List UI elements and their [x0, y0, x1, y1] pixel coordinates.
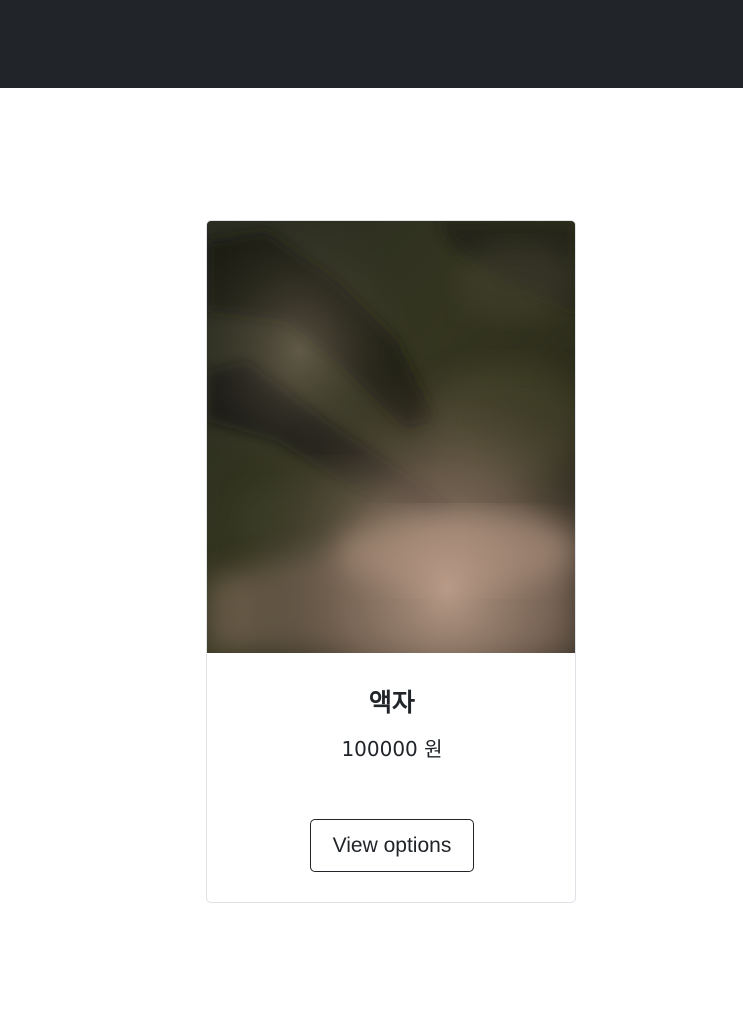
product-card: 액자 100000 원 View options: [206, 220, 576, 903]
top-navbar: [0, 0, 743, 88]
product-image: [207, 221, 575, 653]
view-options-button[interactable]: View options: [310, 819, 474, 872]
product-card-body: 액자 100000 원 View options: [207, 653, 575, 902]
product-name: 액자: [368, 688, 415, 717]
product-price: 100000 원: [341, 737, 443, 761]
